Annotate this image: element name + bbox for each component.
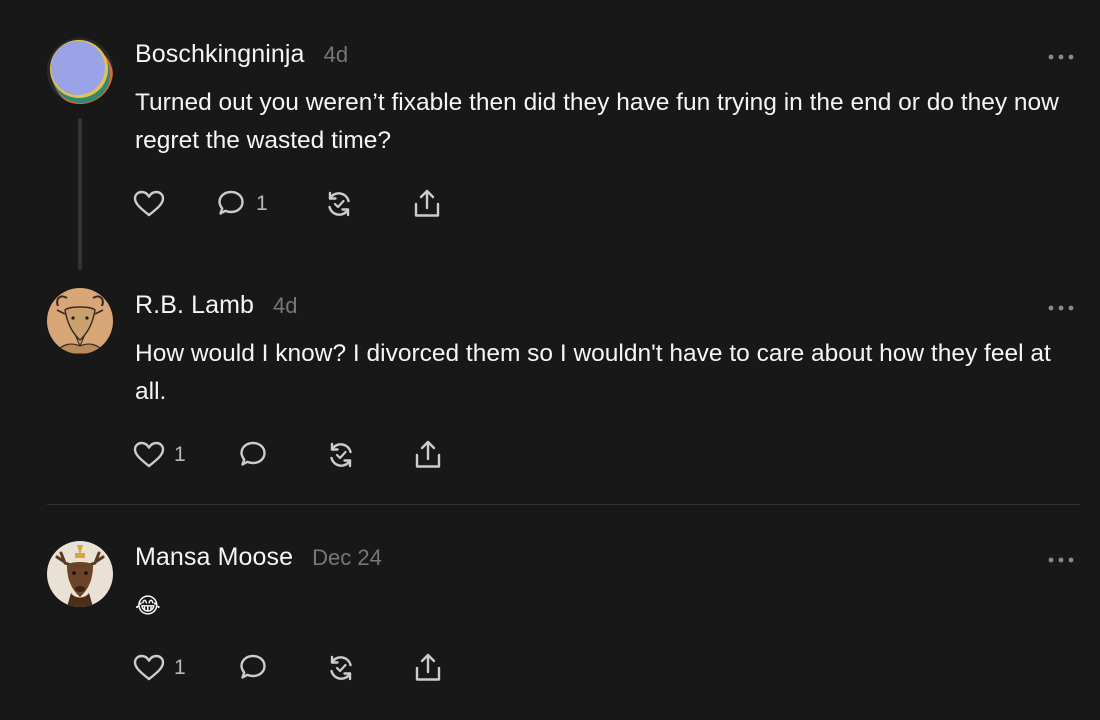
like-button[interactable] bbox=[132, 186, 174, 222]
avatar-image bbox=[47, 288, 113, 354]
username[interactable]: Mansa Moose bbox=[135, 543, 293, 572]
more-options-button[interactable] bbox=[1046, 553, 1076, 565]
more-options-icon bbox=[1048, 557, 1074, 563]
like-count: 1 bbox=[174, 443, 186, 466]
post-header: Mansa Moose Dec 24 bbox=[135, 543, 382, 572]
timestamp[interactable]: Dec 24 bbox=[312, 545, 382, 571]
heart-icon bbox=[132, 438, 166, 472]
timestamp[interactable]: 4d bbox=[324, 42, 348, 68]
post-text: 😂 bbox=[135, 593, 161, 618]
share-button[interactable] bbox=[411, 650, 445, 686]
repost-icon bbox=[324, 651, 358, 685]
repost-button[interactable] bbox=[324, 650, 358, 686]
reply-count: 1 bbox=[256, 192, 268, 215]
share-button[interactable] bbox=[410, 186, 444, 222]
post-header: R.B. Lamb 4d bbox=[135, 291, 298, 320]
share-icon bbox=[410, 187, 444, 221]
avatar[interactable] bbox=[47, 288, 113, 354]
avatar-image bbox=[47, 38, 113, 104]
repost-icon bbox=[322, 187, 356, 221]
post-text: Turned out you weren’t fixable then did … bbox=[135, 89, 1059, 154]
reply-button[interactable] bbox=[236, 650, 278, 686]
post-header: Boschkingninja 4d bbox=[135, 40, 348, 69]
like-button[interactable]: 1 bbox=[132, 650, 186, 686]
repost-button[interactable] bbox=[324, 437, 358, 473]
heart-icon bbox=[132, 187, 166, 221]
more-options-button[interactable] bbox=[1046, 301, 1076, 313]
thread-line bbox=[78, 118, 82, 270]
action-bar: 1 bbox=[132, 650, 472, 686]
avatar[interactable] bbox=[47, 541, 113, 607]
share-icon bbox=[411, 438, 445, 472]
share-button[interactable] bbox=[411, 437, 445, 473]
timestamp[interactable]: 4d bbox=[273, 293, 297, 319]
like-button[interactable]: 1 bbox=[132, 437, 186, 473]
more-options-icon bbox=[1048, 305, 1074, 311]
comment-icon bbox=[236, 651, 270, 685]
comment-icon bbox=[236, 438, 270, 472]
repost-icon bbox=[324, 438, 358, 472]
action-bar: 1 bbox=[132, 437, 472, 473]
comment-icon bbox=[214, 187, 248, 221]
reply-button[interactable]: 1 bbox=[214, 186, 268, 222]
heart-icon bbox=[132, 651, 166, 685]
reply-button[interactable] bbox=[236, 437, 278, 473]
thread-divider bbox=[47, 504, 1080, 505]
more-options-icon bbox=[1048, 54, 1074, 60]
more-options-button[interactable] bbox=[1046, 50, 1076, 62]
share-icon bbox=[411, 651, 445, 685]
like-count: 1 bbox=[174, 656, 186, 679]
action-bar: 1 bbox=[132, 186, 472, 222]
avatar[interactable] bbox=[47, 38, 113, 104]
username[interactable]: R.B. Lamb bbox=[135, 291, 254, 320]
post-text: How would I know? I divorced them so I w… bbox=[135, 340, 1051, 405]
repost-button[interactable] bbox=[322, 186, 356, 222]
username[interactable]: Boschkingninja bbox=[135, 40, 305, 69]
avatar-image bbox=[47, 541, 113, 607]
